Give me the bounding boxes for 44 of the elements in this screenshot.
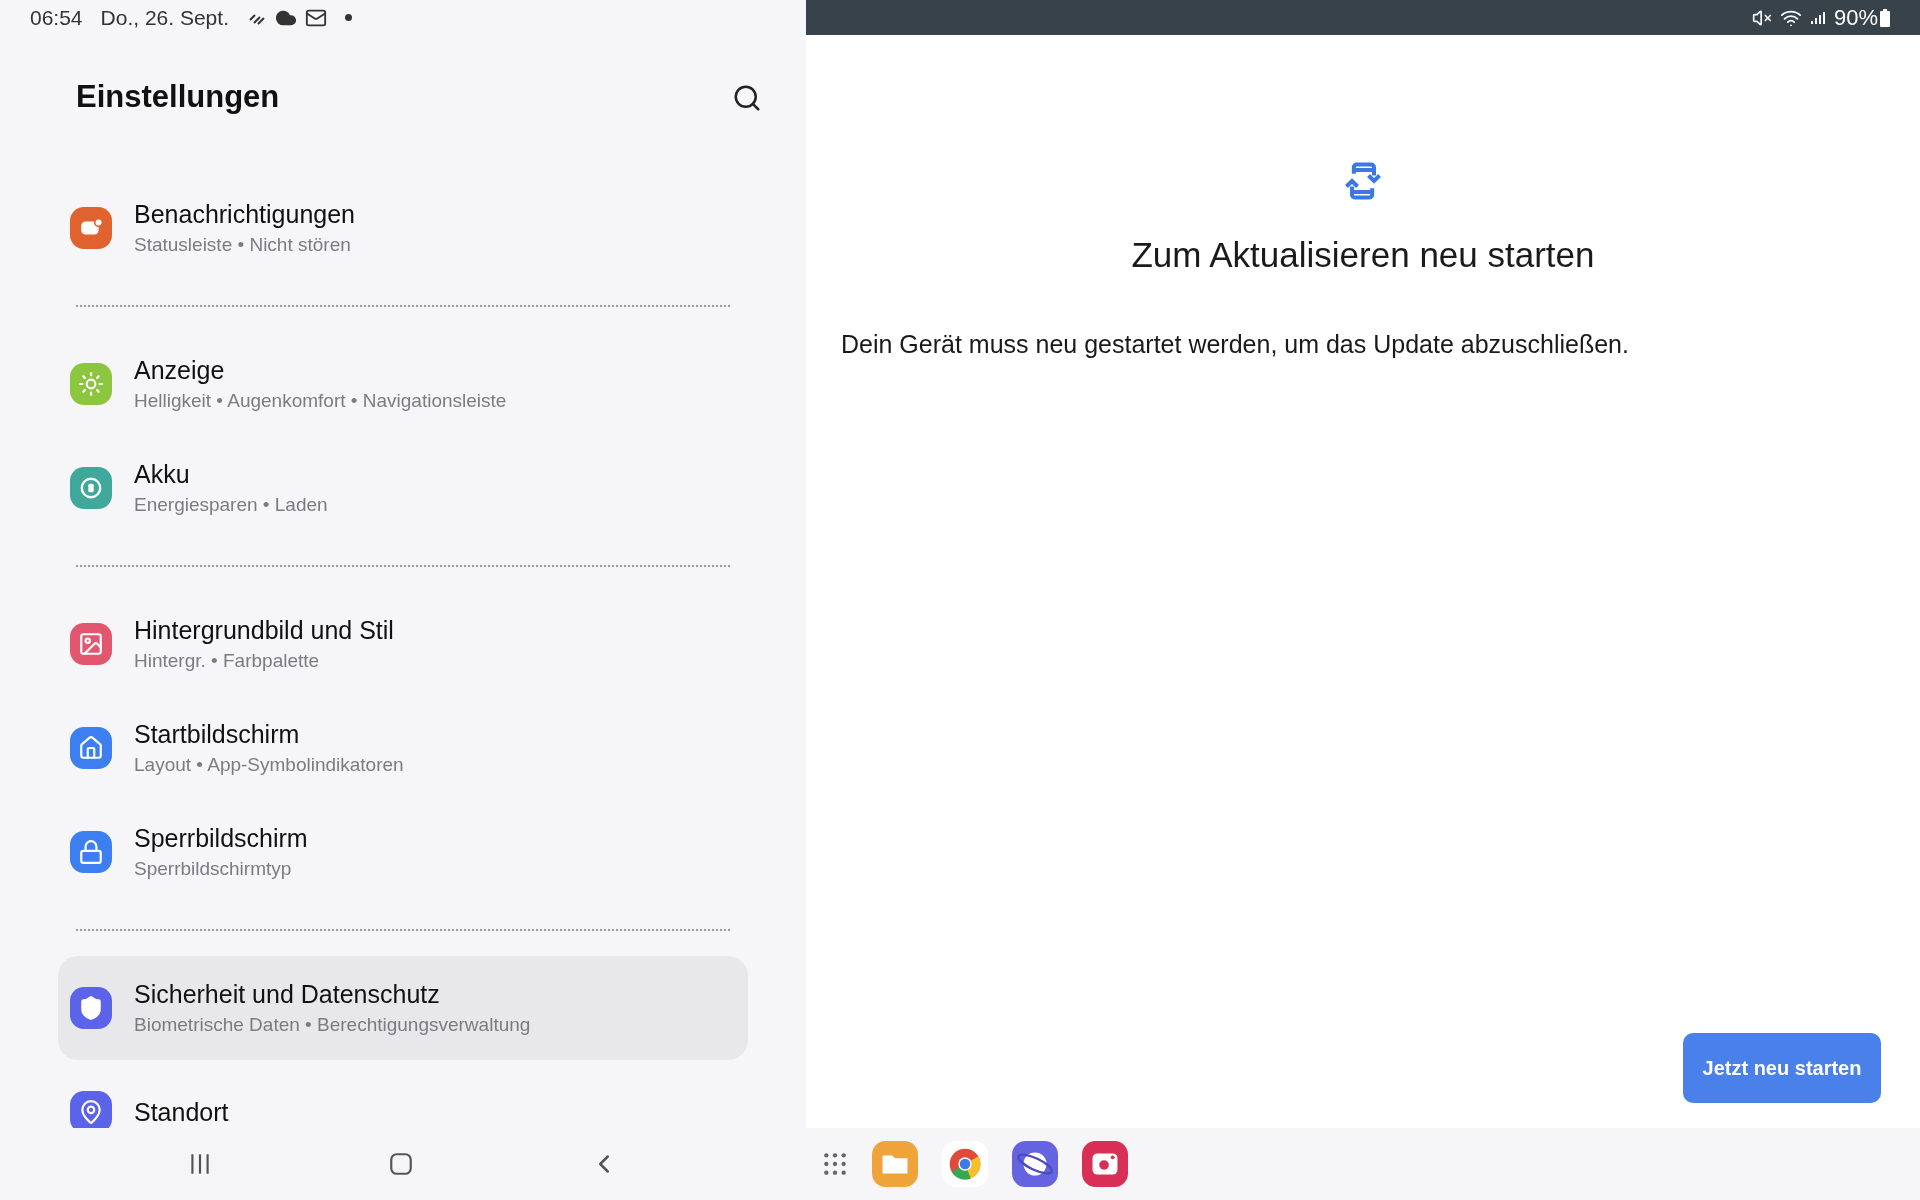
- item-subtitle: Energiesparen • Laden: [134, 493, 328, 517]
- camera-app-icon[interactable]: [1082, 1141, 1128, 1187]
- update-title: Zum Aktualisieren neu starten: [1131, 234, 1595, 276]
- settings-item[interactable]: Anzeige Helligkeit • Augenkomfort • Navigationsleiste: [58, 332, 748, 436]
- lock-icon: [78, 839, 104, 865]
- item-subtitle: Biometrische Daten • Berechtigungsverwaltung: [134, 1013, 531, 1037]
- item-title: Standort: [134, 1097, 229, 1127]
- settings-item[interactable]: Hintergrundbild und Stil Hintergr. • Farbpalette: [58, 592, 748, 696]
- map-pin-icon: [78, 1099, 104, 1125]
- sun-icon: [78, 371, 104, 397]
- home-button-icon[interactable]: [388, 1151, 414, 1177]
- home-icon: [78, 735, 104, 761]
- app-grid-icon[interactable]: [822, 1151, 848, 1177]
- item-title: Startbildschirm: [134, 719, 301, 749]
- item-title: Hintergrundbild und Stil: [134, 615, 394, 645]
- item-title: Sperrbildschirm: [134, 823, 308, 853]
- item-title: Anzeige: [134, 355, 226, 385]
- item-subtitle: Hintergr. • Farbpalette: [134, 649, 321, 673]
- item-subtitle: Statusleiste • Nicht stören: [134, 233, 352, 257]
- mute-icon: [1751, 7, 1772, 28]
- update-message: Dein Gerät muss neu gestartet werden, um das Update abzuschließen.: [841, 328, 1630, 360]
- item-subtitle: Sperrbildschirmtyp: [134, 857, 293, 881]
- status-time: 06:54: [30, 4, 83, 31]
- signal-icon: [1809, 9, 1826, 26]
- settings-item[interactable]: Benachrichtigungen Statusleiste • Nicht stören: [58, 176, 748, 280]
- shield-icon: [78, 995, 104, 1021]
- item-subtitle: Layout • App-Symbolindikatoren: [134, 753, 404, 777]
- battery-ring-icon: [78, 475, 104, 501]
- status-date: Do., 26. Sept.: [100, 4, 229, 31]
- settings-item[interactable]: Akku Energiesparen • Laden: [58, 436, 748, 540]
- settings-item[interactable]: Sperrbildschirm Sperrbildschirmtyp: [58, 800, 748, 904]
- browser-app-icon[interactable]: [942, 1141, 988, 1187]
- image-icon: [78, 631, 104, 657]
- restart-now-button[interactable]: Jetzt neu starten: [1683, 1033, 1881, 1103]
- settings-title: Einstellungen: [76, 78, 280, 117]
- settings-item[interactable]: Sicherheit und Datenschutz Biometrische Daten • Berechtigungsverwaltung: [58, 956, 748, 1060]
- item-title: Sicherheit und Datenschutz: [134, 979, 441, 1009]
- battery-icon: [1880, 8, 1890, 27]
- item-title: Benachrichtigungen: [134, 199, 355, 229]
- planet-app-icon[interactable]: [1012, 1141, 1058, 1187]
- item-title: Akku: [134, 459, 191, 489]
- battery-percent: 90%: [1833, 4, 1878, 32]
- item-subtitle: Helligkeit • Augenkomfort • Navigationsleiste: [134, 389, 507, 413]
- settings-item[interactable]: Startbildschirm Layout • App-Symbolindikatoren: [58, 696, 748, 800]
